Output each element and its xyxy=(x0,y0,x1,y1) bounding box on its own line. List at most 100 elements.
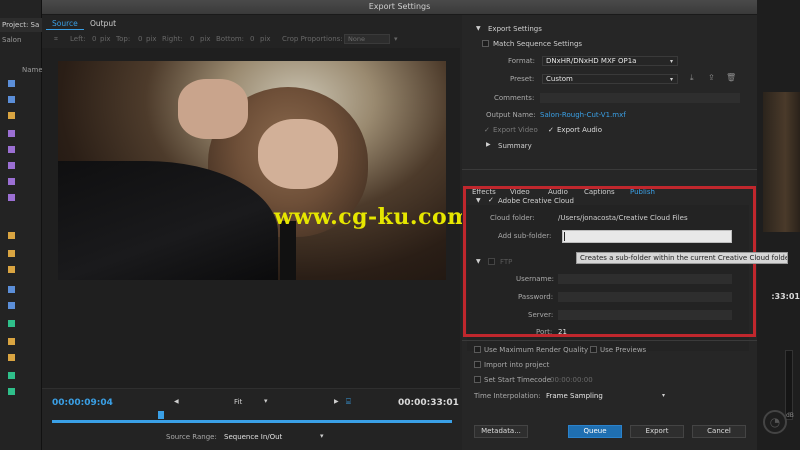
use-previews-label: Use Previews xyxy=(600,346,647,354)
crop-right-label: Right: xyxy=(162,35,183,43)
crop-left-value[interactable]: 0 xyxy=(92,35,96,43)
preset-chevron-icon[interactable]: ▾ xyxy=(670,76,673,83)
bin-label[interactable]: Salon xyxy=(2,36,42,44)
export-settings-triangle-icon[interactable]: ▼ xyxy=(476,25,481,32)
time-interpolation-chevron-icon[interactable]: ▾ xyxy=(662,392,665,399)
metadata-button[interactable]: Metadata... xyxy=(474,425,528,438)
label-color-swatch[interactable] xyxy=(8,162,15,169)
import-project-label: Import into project xyxy=(484,361,550,369)
video-subject-hand xyxy=(258,119,338,189)
crop-tool-icon[interactable]: ⌗ xyxy=(54,35,58,44)
label-color-swatch[interactable] xyxy=(8,250,15,257)
match-sequence-label: Match Sequence Settings xyxy=(493,40,583,48)
export-video-check-icon[interactable]: ✓ xyxy=(484,126,490,134)
program-monitor: :33:01 dB xyxy=(757,0,800,450)
label-color-swatch[interactable] xyxy=(8,266,15,273)
subfolder-tooltip: Creates a sub-folder within the current … xyxy=(576,252,788,264)
program-video-frame xyxy=(763,92,800,232)
start-timecode-label: Set Start Timecode xyxy=(484,376,552,384)
label-color-swatch[interactable] xyxy=(8,388,15,395)
label-color-swatch[interactable] xyxy=(8,146,15,153)
label-color-swatch[interactable] xyxy=(8,80,15,87)
project-panel: Project: Sa Salon Name xyxy=(0,0,43,450)
import-project-checkbox[interactable] xyxy=(474,361,481,368)
crop-top-label: Top: xyxy=(116,35,131,43)
cancel-button[interactable]: Cancel xyxy=(692,425,746,438)
crop-proportions-chevron-icon[interactable]: ▾ xyxy=(394,35,398,43)
source-range-label: Source Range: xyxy=(166,433,217,441)
label-color-swatch[interactable] xyxy=(8,194,15,201)
format-chevron-icon[interactable]: ▾ xyxy=(670,58,673,65)
export-button[interactable]: Export xyxy=(630,425,684,438)
summary-header[interactable]: Summary xyxy=(498,142,532,150)
crop-bottom-unit: pix xyxy=(260,35,271,43)
in-timecode[interactable]: 00:00:09:04 xyxy=(52,398,113,408)
tab-source[interactable]: Source xyxy=(46,17,84,30)
export-audio-check-icon[interactable]: ✓ xyxy=(548,126,554,134)
import-preset-icon[interactable]: ⇪ xyxy=(708,73,715,82)
video-frame xyxy=(58,61,446,280)
crop-bottom-label: Bottom: xyxy=(216,35,245,43)
out-timecode[interactable]: 00:00:33:01 xyxy=(398,398,459,408)
output-name-link[interactable]: Salon-Rough-Cut-V1.mxf xyxy=(540,111,626,119)
crop-right-value[interactable]: 0 xyxy=(190,35,194,43)
start-timecode-value[interactable]: 00:00:00:00 xyxy=(550,376,593,384)
dialog-titlebar: Export Settings xyxy=(42,0,757,15)
program-timecode: :33:01 xyxy=(771,292,800,301)
label-color-swatch[interactable] xyxy=(8,178,15,185)
watermark-text: www.cg-ku.com xyxy=(274,204,471,230)
crop-right-unit: pix xyxy=(200,35,211,43)
label-color-swatch[interactable] xyxy=(8,286,15,293)
source-range-chevron-icon[interactable]: ▾ xyxy=(320,432,324,440)
delete-preset-icon[interactable]: 🗑 xyxy=(726,73,736,82)
zoom-fit-dropdown[interactable]: Fit xyxy=(234,398,242,406)
queue-button[interactable]: Queue xyxy=(568,425,622,438)
label-color-swatch[interactable] xyxy=(8,372,15,379)
video-subject-hand xyxy=(178,79,248,139)
format-dropdown[interactable]: DNxHR/DNxHD MXF OP1a xyxy=(542,56,678,66)
label-color-swatch[interactable] xyxy=(8,302,15,309)
start-timecode-checkbox[interactable] xyxy=(474,376,481,383)
label-color-swatch[interactable] xyxy=(8,112,15,119)
crop-left-label: Left: xyxy=(70,35,86,43)
label-color-swatch[interactable] xyxy=(8,96,15,103)
audio-meter-db-label: dB xyxy=(786,412,794,419)
comments-field[interactable] xyxy=(540,93,740,103)
export-settings-header: Export Settings xyxy=(488,25,542,33)
label-color-swatch[interactable] xyxy=(8,320,15,327)
zoom-chevron-down-icon[interactable]: ▾ xyxy=(264,397,268,405)
crop-proportions-dropdown[interactable]: None xyxy=(344,34,390,44)
use-previews-checkbox[interactable] xyxy=(590,346,597,353)
crop-bottom-value[interactable]: 0 xyxy=(250,35,254,43)
comments-label: Comments: xyxy=(494,94,535,102)
summary-triangle-icon[interactable]: ▶ xyxy=(486,141,491,148)
match-sequence-checkbox[interactable] xyxy=(482,40,489,47)
preset-dropdown[interactable]: Custom xyxy=(542,74,678,84)
crop-top-value[interactable]: 0 xyxy=(138,35,142,43)
label-color-swatch[interactable] xyxy=(8,338,15,345)
label-color-swatch[interactable] xyxy=(8,354,15,361)
mark-in-icon[interactable]: ◀ xyxy=(174,398,179,405)
max-render-checkbox[interactable] xyxy=(474,346,481,353)
tab-output[interactable]: Output xyxy=(84,17,122,30)
time-interpolation-label: Time Interpolation: xyxy=(474,392,541,400)
mark-out-icon[interactable]: ▶ xyxy=(334,398,339,405)
crop-left-unit: pix xyxy=(100,35,111,43)
audio-meter xyxy=(785,350,793,420)
save-preset-icon[interactable]: ⤓ xyxy=(690,73,694,83)
output-name-label: Output Name: xyxy=(486,111,536,119)
time-interpolation-dropdown[interactable]: Frame Sampling xyxy=(546,392,603,400)
label-color-swatch[interactable] xyxy=(8,130,15,137)
source-range-dropdown[interactable]: Sequence In/Out xyxy=(224,433,282,441)
crop-top-unit: pix xyxy=(146,35,157,43)
max-render-label: Use Maximum Render Quality xyxy=(484,346,589,354)
label-color-swatch[interactable] xyxy=(8,232,15,239)
export-audio-label: Export Audio xyxy=(557,126,603,134)
playhead-handle[interactable] xyxy=(158,411,164,419)
work-area-icon[interactable]: ⌸ xyxy=(346,397,351,407)
crop-proportions-label: Crop Proportions: xyxy=(282,35,343,43)
text-caret xyxy=(564,232,565,241)
timeline-track[interactable] xyxy=(52,420,452,423)
name-column-header[interactable]: Name xyxy=(22,66,43,74)
subfolder-input[interactable] xyxy=(562,230,732,243)
